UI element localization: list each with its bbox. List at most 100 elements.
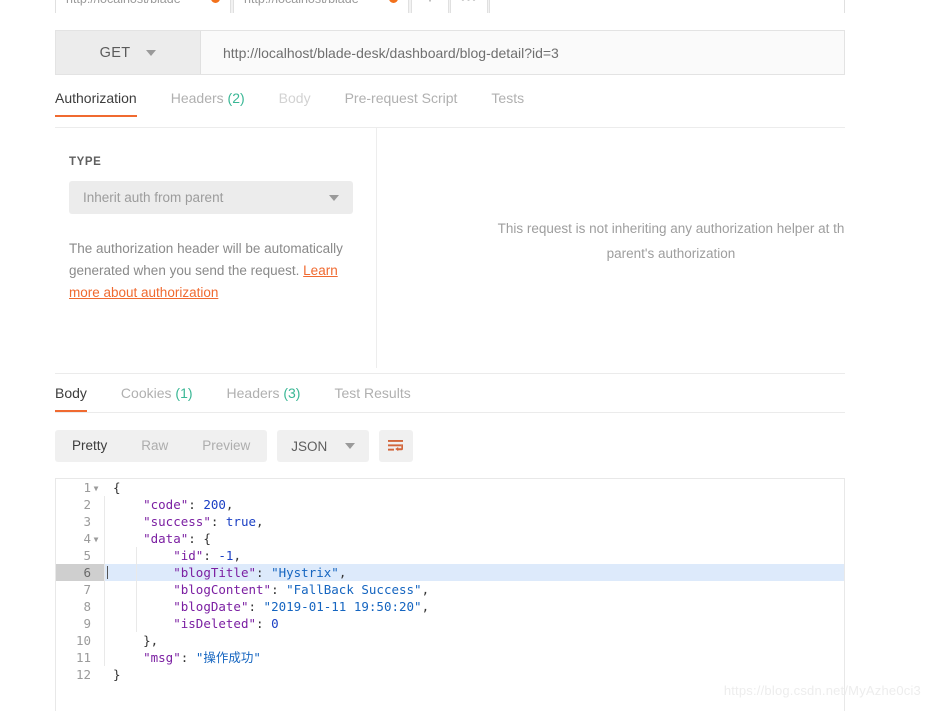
tab-strip-filler (489, 0, 845, 13)
tab-more-options-button[interactable]: ••• (450, 0, 488, 13)
code-text: "isDeleted": 0 (104, 615, 844, 632)
code-token: "Hystrix" (271, 565, 339, 580)
code-token: , (338, 565, 347, 580)
code-token: { (113, 480, 121, 495)
indent-guide (136, 564, 137, 581)
indent-guide (104, 564, 105, 581)
code-token: "success" (143, 514, 211, 529)
authorization-right-column: This request is not inheriting any autho… (377, 128, 845, 368)
code-line: 7 "blogContent": "FallBack Success", (56, 581, 844, 598)
code-text: "blogContent": "FallBack Success", (104, 581, 844, 598)
auth-type-value: Inherit auth from parent (83, 190, 224, 205)
code-text: "code": 200, (104, 496, 844, 513)
response-tab-body-label: Body (55, 385, 87, 401)
code-token: "data" (143, 531, 189, 546)
code-text: "msg": "操作成功" (104, 649, 844, 666)
code-text: } (104, 666, 844, 683)
response-tab-body[interactable]: Body (55, 385, 87, 412)
code-token: "FallBack Success" (286, 582, 422, 597)
indent-guide (104, 649, 105, 666)
code-token: , (256, 514, 264, 529)
unsaved-indicator-icon (211, 0, 220, 3)
auth-inherit-message: This request is not inheriting any autho… (497, 216, 845, 266)
code-token: "isDeleted" (173, 616, 257, 631)
code-line: 12} (56, 666, 844, 683)
format-mode-raw[interactable]: Raw (124, 430, 185, 462)
line-number: 10 (56, 632, 104, 649)
request-tab-strip: http://localhost/blade http://localhost/… (55, 0, 845, 13)
code-token: } (113, 667, 121, 682)
tab-tests-label: Tests (491, 90, 525, 106)
code-token: "blogDate" (173, 599, 249, 614)
code-line: 11 "msg": "操作成功" (56, 649, 844, 666)
code-line: 10 }, (56, 632, 844, 649)
code-line: 1 ▼ { (56, 479, 844, 496)
format-mode-group: Pretty Raw Preview (55, 430, 268, 462)
auth-inherit-message-line2: parent's authorization (606, 246, 736, 261)
line-number: 2 (56, 496, 104, 513)
tab-headers-count: (2) (227, 90, 245, 106)
auth-type-select[interactable]: Inherit auth from parent (69, 181, 353, 214)
unsaved-indicator-icon (389, 0, 398, 3)
code-token: 0 (271, 616, 279, 631)
line-number: 4 ▼ (56, 530, 104, 547)
request-tab-2-label: http://localhost/blade (244, 0, 359, 6)
tab-body-label: Body (278, 90, 311, 106)
fold-arrow-icon[interactable]: ▼ (91, 480, 101, 497)
line-number: 1 ▼ (56, 479, 104, 496)
new-tab-button[interactable]: + (411, 0, 449, 13)
response-tab-cookies[interactable]: Cookies (1) (121, 385, 193, 412)
code-text: "id": -1, (104, 547, 844, 564)
code-token: "2019-01-11 19:50:20" (263, 599, 422, 614)
response-body-editor[interactable]: 1 ▼{2 "code": 200, 3 "success": true, 4 ▼ "d… (55, 478, 845, 711)
watermark: https://blog.csdn.net/MyAzhe0ci3 (723, 683, 921, 698)
response-language-select[interactable]: JSON (277, 430, 370, 462)
tab-authorization[interactable]: Authorization (55, 90, 137, 117)
response-tab-headers[interactable]: Headers (3) (227, 385, 301, 412)
code-token: : (210, 514, 226, 529)
code-line: 5 "id": -1, (56, 547, 844, 564)
tab-pre-request-script-label: Pre-request Script (344, 90, 458, 106)
response-language-label: JSON (291, 438, 328, 454)
line-number: 11 (56, 649, 104, 666)
word-wrap-icon (388, 440, 404, 452)
request-tab-2[interactable]: http://localhost/blade (233, 0, 409, 13)
code-token: , (225, 497, 234, 512)
code-token: "id" (173, 548, 204, 563)
code-token: , (421, 582, 430, 597)
request-tab-1[interactable]: http://localhost/blade (55, 0, 231, 13)
tab-tests[interactable]: Tests (491, 90, 524, 117)
response-format-toolbar: Pretty Raw Preview JSON (55, 430, 414, 462)
tab-headers[interactable]: Headers (2) (171, 90, 245, 117)
url-input[interactable]: http://localhost/blade-desk/dashboard/bl… (201, 31, 844, 74)
tab-body[interactable]: Body (279, 90, 311, 117)
indent-guide (104, 530, 105, 547)
indent-guide (136, 547, 137, 564)
fold-arrow-icon[interactable]: ▼ (91, 531, 101, 548)
code-text: { (104, 479, 844, 496)
request-tab-1-label: http://localhost/blade (66, 0, 181, 6)
auth-description-text: The authorization header will be automat… (69, 241, 343, 278)
indent-guide (104, 513, 105, 530)
code-token: true (225, 514, 257, 529)
format-mode-preview[interactable]: Preview (185, 430, 267, 462)
code-token: : { (188, 531, 211, 546)
response-tab-headers-count: (3) (283, 385, 301, 401)
indent-guide (104, 615, 105, 632)
code-token: : (271, 582, 287, 597)
tab-pre-request-script[interactable]: Pre-request Script (345, 90, 458, 117)
code-token: : (248, 599, 264, 614)
word-wrap-toggle[interactable] (379, 430, 414, 462)
text-cursor (107, 566, 108, 579)
code-line: 2 "code": 200, (56, 496, 844, 513)
chevron-down-icon (329, 194, 339, 201)
response-tab-test-results[interactable]: Test Results (334, 385, 410, 412)
response-tab-cookies-count: (1) (175, 385, 193, 401)
format-mode-pretty[interactable]: Pretty (55, 430, 124, 462)
line-number: 9 (56, 615, 104, 632)
url-bar: GET http://localhost/blade-desk/dashboar… (55, 30, 845, 75)
http-method-selector[interactable]: GET (56, 31, 201, 74)
code-text: "blogTitle": "Hystrix", (104, 564, 844, 581)
code-token: -1 (218, 548, 234, 563)
code-token: "msg" (143, 650, 181, 665)
